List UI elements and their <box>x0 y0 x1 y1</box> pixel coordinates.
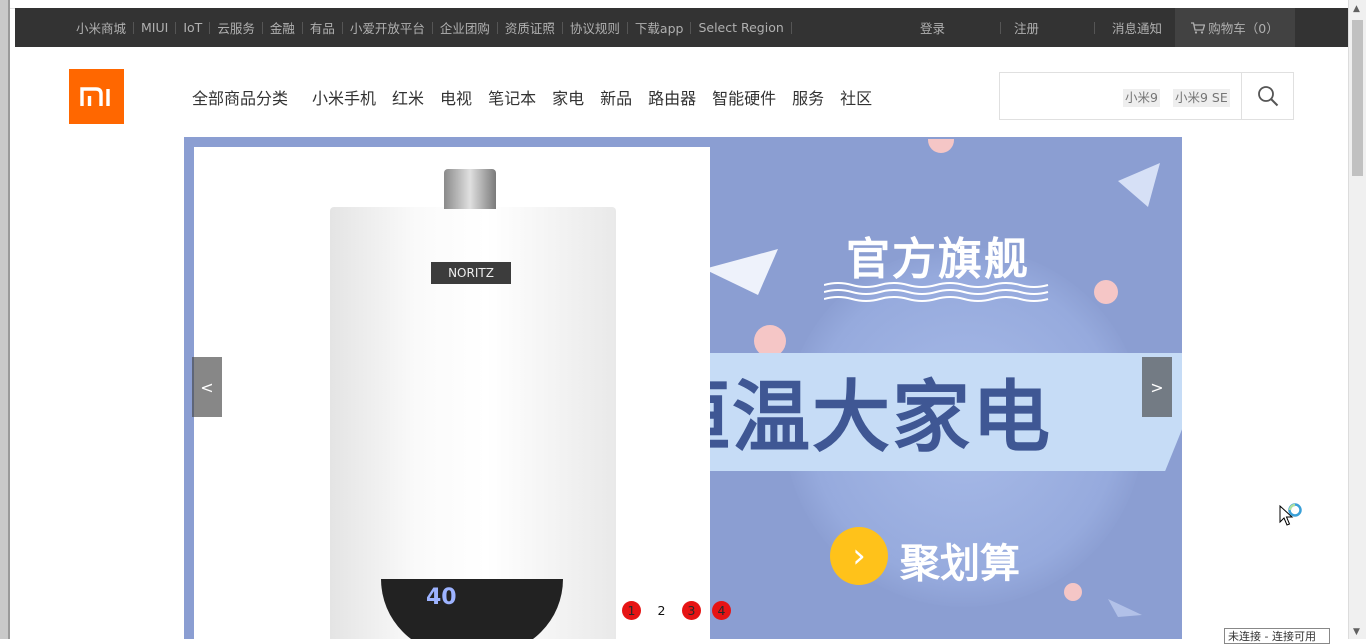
nav-tv[interactable]: 电视 <box>440 85 472 109</box>
messages-link[interactable]: 消息通知 <box>1112 18 1162 37</box>
heater-display-value: 40 <box>426 585 457 610</box>
top-link-rules[interactable]: 协议规则 <box>563 18 627 37</box>
page-dot-1[interactable]: 1 <box>622 601 641 620</box>
decor-triangle <box>1118 163 1160 207</box>
decor-triangle <box>1108 599 1142 617</box>
decor-waves <box>824 282 1049 302</box>
site-header: 全部商品分类 小米手机 红米 电视 笔记本 家电 新品 路由器 智能硬件 服务 … <box>15 47 1348 137</box>
hot-word-tag[interactable]: 小米9 SE <box>1173 89 1230 107</box>
product-panel: NORITZ 40 <box>194 147 710 639</box>
banner-title-main: 恒温大家电 <box>652 373 1053 463</box>
search-input[interactable]: 小米9 小米9 SE <box>1000 73 1242 119</box>
banner-next-button[interactable]: > <box>1142 357 1172 417</box>
top-link-miui[interactable]: MIUI <box>134 20 175 35</box>
top-link-mistore[interactable]: 小米商城 <box>69 18 133 37</box>
main-nav: 全部商品分类 小米手机 红米 电视 笔记本 家电 新品 路由器 智能硬件 服务 … <box>192 85 888 109</box>
page-dot-3[interactable]: 3 <box>682 601 701 620</box>
top-link-cloud[interactable]: 云服务 <box>210 18 262 37</box>
window-left-edge <box>0 0 10 639</box>
top-link-finance[interactable]: 金融 <box>263 18 302 37</box>
nav-community[interactable]: 社区 <box>840 85 872 109</box>
top-link-iot[interactable]: IoT <box>176 20 209 35</box>
nav-router[interactable]: 路由器 <box>648 85 696 109</box>
top-link-licenses[interactable]: 资质证照 <box>498 18 562 37</box>
cart-icon <box>1191 21 1206 34</box>
cart-button[interactable]: 购物车（0） <box>1175 8 1295 47</box>
banner-prev-button[interactable]: < <box>192 357 222 417</box>
mi-logo-icon <box>79 86 110 106</box>
mi-logo[interactable] <box>69 69 124 124</box>
scroll-thumb[interactable] <box>1352 20 1363 176</box>
search-button[interactable] <box>1242 73 1293 119</box>
heater-pipe <box>444 169 496 209</box>
nav-mi-phones[interactable]: 小米手机 <box>312 85 376 109</box>
nav-appliances[interactable]: 家电 <box>552 85 584 109</box>
scroll-up-icon[interactable]: ▲ <box>1353 4 1360 14</box>
separator <box>1000 21 1002 34</box>
hot-word-tag[interactable]: 小米9 <box>1123 89 1160 107</box>
register-link[interactable]: 注册 <box>1014 18 1039 37</box>
search-box: 小米9 小米9 SE <box>999 72 1294 120</box>
decor-dot <box>1094 280 1118 304</box>
top-links: 小米商城 MIUI IoT 云服务 金融 有品 小爱开放平台 企业团购 资质证照… <box>69 8 792 47</box>
top-link-select-region[interactable]: Select Region <box>691 20 790 35</box>
vertical-scrollbar[interactable]: ▲ ▼ <box>1348 0 1366 639</box>
scroll-down-icon[interactable]: ▼ <box>1353 627 1360 637</box>
top-link-download-app[interactable]: 下载app <box>628 18 691 37</box>
heater-brand-label: NORITZ <box>431 262 511 284</box>
nav-redmi[interactable]: 红米 <box>392 85 424 109</box>
decor-dot <box>928 139 954 153</box>
heater-display <box>381 579 563 639</box>
busy-cursor-icon <box>1279 503 1302 526</box>
nav-new[interactable]: 新品 <box>600 85 632 109</box>
top-link-youpin[interactable]: 有品 <box>303 18 342 37</box>
banner-pagination: 1 2 3 4 <box>622 601 742 620</box>
separator <box>1094 21 1096 34</box>
nav-all-categories[interactable]: 全部商品分类 <box>192 85 288 109</box>
decor-dot <box>1064 583 1082 601</box>
nav-laptop[interactable]: 笔记本 <box>488 85 536 109</box>
page-dot-4[interactable]: 4 <box>712 601 731 620</box>
banner-cta-text: 聚划算 <box>900 541 1020 587</box>
decor-triangle <box>704 249 778 295</box>
top-link-enterprise[interactable]: 企业团购 <box>433 18 497 37</box>
hero-banner[interactable]: 官方旗舰 恒温大家电 › 聚划算 NORITZ 40 <box>184 137 1182 639</box>
top-link-xiaoai[interactable]: 小爱开放平台 <box>343 18 432 37</box>
nav-smart-hardware[interactable]: 智能硬件 <box>712 85 776 109</box>
chevron-right-icon: › <box>830 527 888 585</box>
nav-service[interactable]: 服务 <box>792 85 824 109</box>
top-bar: 小米商城 MIUI IoT 云服务 金融 有品 小爱开放平台 企业团购 资质证照… <box>15 8 1348 47</box>
page-dot-2[interactable]: 2 <box>652 601 671 620</box>
cart-label: 购物车（0） <box>1208 21 1279 36</box>
banner-title-top: 官方旗舰 <box>846 234 1030 285</box>
search-icon <box>1257 86 1278 107</box>
login-link[interactable]: 登录 <box>920 18 945 37</box>
user-links: 登录 注册 消息通知 <box>920 8 1162 47</box>
network-status-tooltip: 未连接 - 连接可用 <box>1224 628 1330 644</box>
separator <box>790 21 792 34</box>
